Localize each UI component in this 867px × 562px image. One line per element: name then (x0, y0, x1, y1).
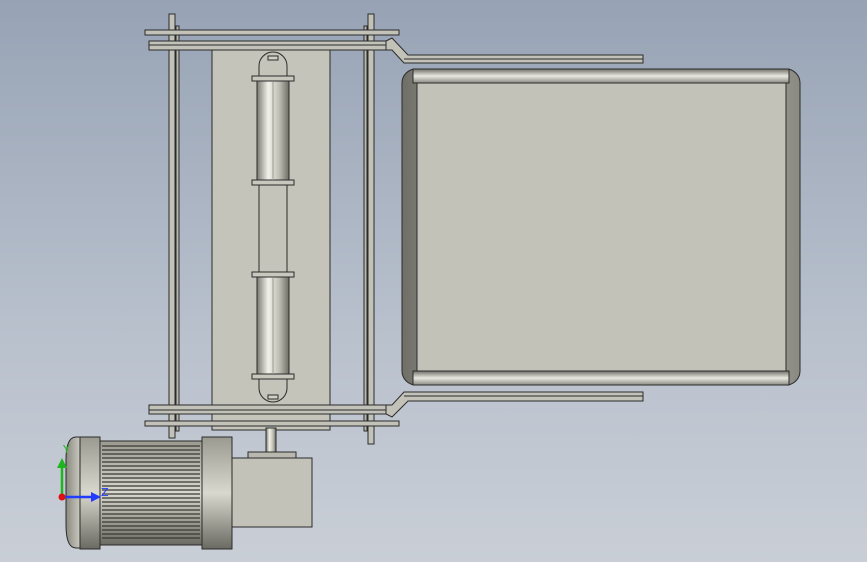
hopper-top-edge (412, 68, 790, 84)
drive-shaft (265, 427, 277, 453)
triad-z-label: Z (101, 486, 109, 499)
rod-right-inner (363, 25, 368, 432)
hopper-face (416, 82, 787, 372)
gearbox (231, 457, 313, 528)
motor-ring-left (79, 436, 101, 550)
hopper-bottom-edge (412, 370, 790, 386)
rod-left-inner (175, 25, 180, 432)
triad-y-label: Y (63, 443, 70, 456)
roller-shaft-bottom (267, 394, 279, 400)
hopper-box (401, 68, 801, 386)
conveyor-assembly-model[interactable] (0, 0, 867, 562)
gearbox-flange (247, 451, 297, 459)
rod-left-outer (168, 13, 176, 439)
bottom-bar-lower (144, 420, 400, 427)
top-bar-upper (144, 29, 400, 36)
motor-ring-right (201, 436, 233, 550)
roller-shaft-top (267, 55, 279, 61)
rod-right-outer (367, 13, 375, 445)
graphics-viewport[interactable]: Y Z (0, 0, 867, 562)
triad-x-axis-origin (58, 493, 66, 501)
